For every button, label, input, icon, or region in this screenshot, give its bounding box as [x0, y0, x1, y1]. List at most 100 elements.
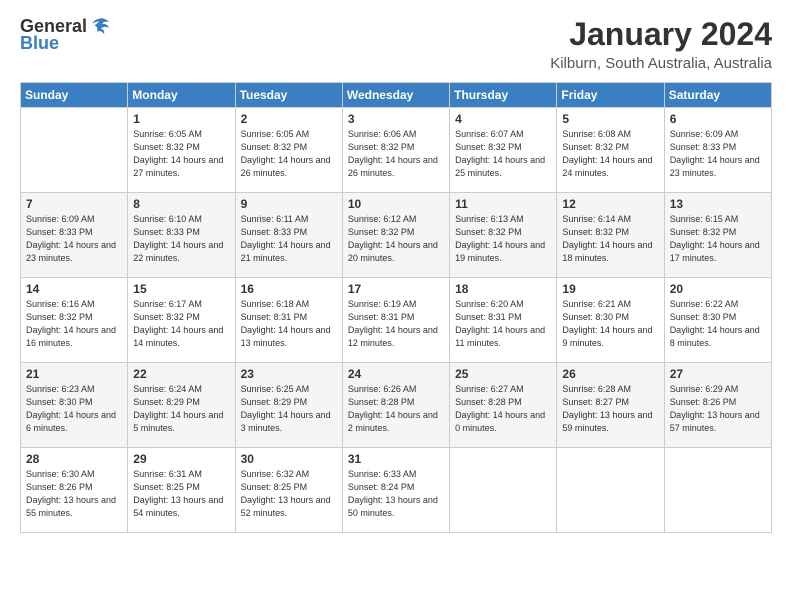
calendar-cell: 29Sunrise: 6:31 AMSunset: 8:25 PMDayligh…: [128, 448, 235, 533]
day-info: Sunrise: 6:30 AMSunset: 8:26 PMDaylight:…: [26, 468, 122, 520]
calendar-cell: 8 Sunrise: 6:10 AMSunset: 8:33 PMDaylight…: [128, 193, 235, 278]
day-number: 27: [670, 367, 766, 381]
day-info: Sunrise: 6:10 AMSunset: 8:33 PMDaylight:…: [133, 213, 229, 265]
day-number: 26: [562, 367, 658, 381]
day-info: Sunrise: 6:09 AMSunset: 8:33 PMDaylight:…: [26, 213, 122, 265]
day-header-friday: Friday: [557, 83, 664, 108]
day-header-sunday: Sunday: [21, 83, 128, 108]
calendar-header: SundayMondayTuesdayWednesdayThursdayFrid…: [21, 83, 772, 108]
calendar-cell: 12 Sunrise: 6:14 AMSunset: 8:32 PMDayligh…: [557, 193, 664, 278]
day-number: 11: [455, 197, 551, 211]
day-info: Sunrise: 6:19 AMSunset: 8:31 PMDaylight:…: [348, 298, 444, 350]
month-title: January 2024: [550, 16, 772, 53]
calendar-cell: 31 Sunrise: 6:33 AMSunset: 8:24 PMDayligh…: [342, 448, 449, 533]
logo-blue: Blue: [20, 33, 59, 54]
day-number: 24: [348, 367, 444, 381]
day-number: 8: [133, 197, 229, 211]
day-number: 14: [26, 282, 122, 296]
day-info: Sunrise: 6:07 AMSunset: 8:32 PMDaylight:…: [455, 128, 551, 180]
day-info: Sunrise: 6:28 AMSunset: 8:27 PMDaylight:…: [562, 383, 658, 435]
day-info: Sunrise: 6:05 AMSunset: 8:32 PMDaylight:…: [133, 128, 229, 180]
calendar-cell: 25 Sunrise: 6:27 AMSunset: 8:28 PMDayligh…: [450, 363, 557, 448]
location: Kilburn, South Australia, Australia: [550, 55, 772, 72]
day-header-tuesday: Tuesday: [235, 83, 342, 108]
day-number: 20: [670, 282, 766, 296]
day-number: 5: [562, 112, 658, 126]
day-number: 16: [241, 282, 337, 296]
day-number: 15: [133, 282, 229, 296]
day-info: Sunrise: 6:11 AMSunset: 8:33 PMDaylight:…: [241, 213, 337, 265]
calendar-cell: 17 Sunrise: 6:19 AMSunset: 8:31 PMDayligh…: [342, 278, 449, 363]
day-number: 21: [26, 367, 122, 381]
day-info: Sunrise: 6:27 AMSunset: 8:28 PMDaylight:…: [455, 383, 551, 435]
calendar-cell: 15 Sunrise: 6:17 AMSunset: 8:32 PMDayligh…: [128, 278, 235, 363]
calendar-cell: 22 Sunrise: 6:24 AMSunset: 8:29 PMDayligh…: [128, 363, 235, 448]
calendar-cell: 2 Sunrise: 6:05 AMSunset: 8:32 PMDaylight…: [235, 108, 342, 193]
calendar-cell: 11 Sunrise: 6:13 AMSunset: 8:32 PMDayligh…: [450, 193, 557, 278]
day-number: 17: [348, 282, 444, 296]
calendar-cell: 7 Sunrise: 6:09 AMSunset: 8:33 PMDaylight…: [21, 193, 128, 278]
day-info: Sunrise: 6:29 AMSunset: 8:26 PMDaylight:…: [670, 383, 766, 435]
calendar-cell: 14 Sunrise: 6:16 AMSunset: 8:32 PMDayligh…: [21, 278, 128, 363]
calendar-cell: 9 Sunrise: 6:11 AMSunset: 8:33 PMDaylight…: [235, 193, 342, 278]
day-number: 31: [348, 452, 444, 466]
week-row-1: 1 Sunrise: 6:05 AMSunset: 8:32 PMDaylight…: [21, 108, 772, 193]
calendar-cell: 18Sunrise: 6:20 AMSunset: 8:31 PMDayligh…: [450, 278, 557, 363]
day-header-wednesday: Wednesday: [342, 83, 449, 108]
title-block: January 2024 Kilburn, South Australia, A…: [550, 16, 772, 72]
calendar-cell: 13Sunrise: 6:15 AMSunset: 8:32 PMDayligh…: [664, 193, 771, 278]
day-info: Sunrise: 6:23 AMSunset: 8:30 PMDaylight:…: [26, 383, 122, 435]
calendar-cell: 28 Sunrise: 6:30 AMSunset: 8:26 PMDayligh…: [21, 448, 128, 533]
calendar-cell: 19 Sunrise: 6:21 AMSunset: 8:30 PMDayligh…: [557, 278, 664, 363]
day-number: 9: [241, 197, 337, 211]
calendar-cell: [557, 448, 664, 533]
logo-bird-icon: [89, 17, 109, 35]
day-number: 23: [241, 367, 337, 381]
day-info: Sunrise: 6:05 AMSunset: 8:32 PMDaylight:…: [241, 128, 337, 180]
day-number: 12: [562, 197, 658, 211]
day-number: 1: [133, 112, 229, 126]
day-number: 19: [562, 282, 658, 296]
day-number: 25: [455, 367, 551, 381]
day-header-thursday: Thursday: [450, 83, 557, 108]
page: General Blue January 2024 Kilburn, South…: [0, 0, 792, 612]
day-number: 3: [348, 112, 444, 126]
day-info: Sunrise: 6:33 AMSunset: 8:24 PMDaylight:…: [348, 468, 444, 520]
day-info: Sunrise: 6:17 AMSunset: 8:32 PMDaylight:…: [133, 298, 229, 350]
day-info: Sunrise: 6:06 AMSunset: 8:32 PMDaylight:…: [348, 128, 444, 180]
day-info: Sunrise: 6:14 AMSunset: 8:32 PMDaylight:…: [562, 213, 658, 265]
calendar-cell: 5 Sunrise: 6:08 AMSunset: 8:32 PMDaylight…: [557, 108, 664, 193]
day-info: Sunrise: 6:21 AMSunset: 8:30 PMDaylight:…: [562, 298, 658, 350]
day-info: Sunrise: 6:26 AMSunset: 8:28 PMDaylight:…: [348, 383, 444, 435]
day-number: 13: [670, 197, 766, 211]
day-number: 22: [133, 367, 229, 381]
day-number: 4: [455, 112, 551, 126]
day-number: 2: [241, 112, 337, 126]
calendar-cell: 24 Sunrise: 6:26 AMSunset: 8:28 PMDayligh…: [342, 363, 449, 448]
week-row-2: 7 Sunrise: 6:09 AMSunset: 8:33 PMDaylight…: [21, 193, 772, 278]
day-info: Sunrise: 6:08 AMSunset: 8:32 PMDaylight:…: [562, 128, 658, 180]
day-header-saturday: Saturday: [664, 83, 771, 108]
day-number: 28: [26, 452, 122, 466]
header-row: SundayMondayTuesdayWednesdayThursdayFrid…: [21, 83, 772, 108]
day-info: Sunrise: 6:20 AMSunset: 8:31 PMDaylight:…: [455, 298, 551, 350]
day-number: 7: [26, 197, 122, 211]
day-info: Sunrise: 6:13 AMSunset: 8:32 PMDaylight:…: [455, 213, 551, 265]
day-number: 30: [241, 452, 337, 466]
calendar-cell: [450, 448, 557, 533]
day-number: 10: [348, 197, 444, 211]
day-info: Sunrise: 6:18 AMSunset: 8:31 PMDaylight:…: [241, 298, 337, 350]
day-header-monday: Monday: [128, 83, 235, 108]
day-info: Sunrise: 6:32 AMSunset: 8:25 PMDaylight:…: [241, 468, 337, 520]
logo: General Blue: [20, 16, 109, 54]
day-info: Sunrise: 6:25 AMSunset: 8:29 PMDaylight:…: [241, 383, 337, 435]
calendar-cell: 21 Sunrise: 6:23 AMSunset: 8:30 PMDayligh…: [21, 363, 128, 448]
calendar-cell: 30 Sunrise: 6:32 AMSunset: 8:25 PMDayligh…: [235, 448, 342, 533]
calendar-cell: 3 Sunrise: 6:06 AMSunset: 8:32 PMDaylight…: [342, 108, 449, 193]
day-info: Sunrise: 6:16 AMSunset: 8:32 PMDaylight:…: [26, 298, 122, 350]
calendar-cell: 1 Sunrise: 6:05 AMSunset: 8:32 PMDaylight…: [128, 108, 235, 193]
calendar-cell: 10 Sunrise: 6:12 AMSunset: 8:32 PMDayligh…: [342, 193, 449, 278]
day-info: Sunrise: 6:12 AMSunset: 8:32 PMDaylight:…: [348, 213, 444, 265]
calendar-cell: [664, 448, 771, 533]
day-info: Sunrise: 6:24 AMSunset: 8:29 PMDaylight:…: [133, 383, 229, 435]
